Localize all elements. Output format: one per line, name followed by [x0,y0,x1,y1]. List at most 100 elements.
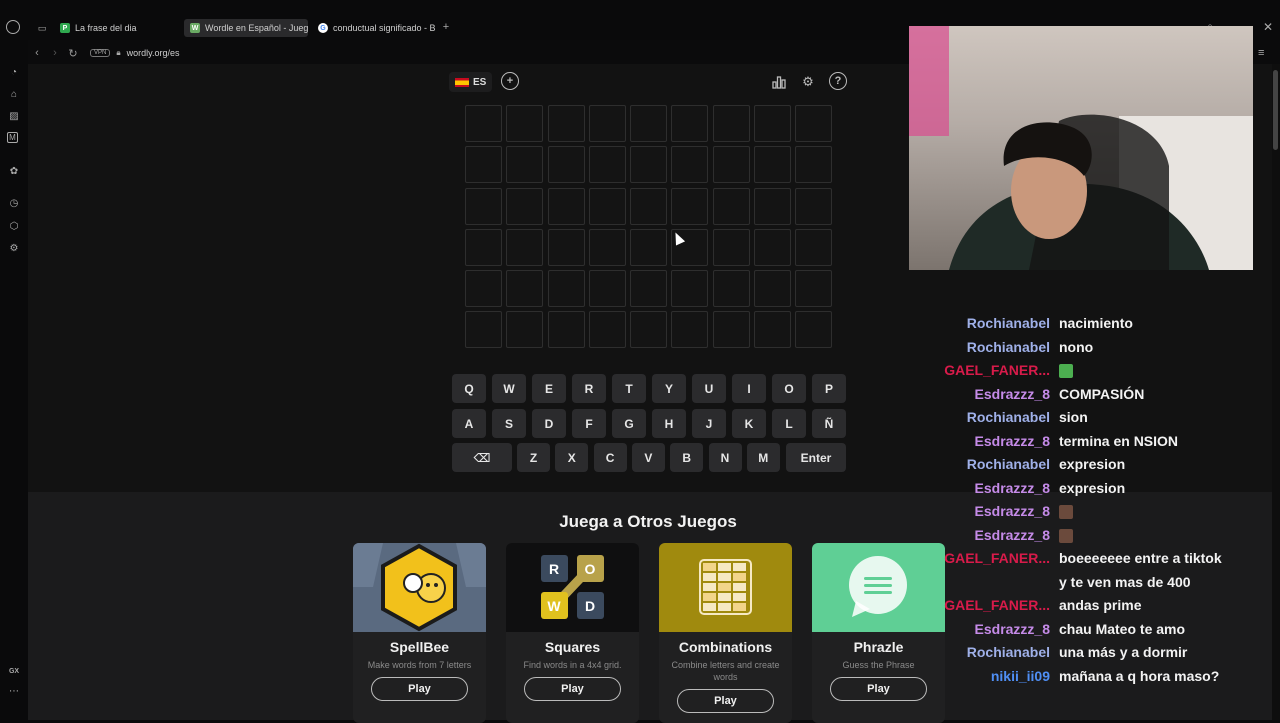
grid-cell [795,228,833,266]
new-tab-button[interactable]: + [441,22,451,33]
chat-text: una más y a dormir [1059,644,1188,660]
play-button[interactable]: Play [371,677,468,701]
grid-cell [506,270,544,308]
key[interactable]: E [532,374,566,403]
chat-username[interactable]: Esdrazzz_8 [975,386,1050,402]
key[interactable]: V [631,443,665,472]
tab-label: Wordle en Español - Jueg [205,23,308,33]
key[interactable]: Z [517,443,550,472]
tab-overview-icon[interactable]: ▭ [35,21,49,35]
chat-username[interactable]: GAEL_FANER... [944,362,1050,378]
key[interactable]: S [492,409,526,438]
key[interactable]: L [772,409,806,438]
page-scrollbar[interactable] [1272,64,1280,720]
menu-icon[interactable]: ≡ [1258,47,1264,59]
key[interactable]: N [708,443,742,472]
extensions-icon[interactable]: ⬡ [7,220,21,234]
backspace-key[interactable]: ⌫ [452,443,512,472]
tab-label: conductual significado - B [333,23,436,33]
key[interactable]: H [652,409,686,438]
key[interactable]: I [732,374,766,403]
chat-username[interactable]: Rochianabel [967,315,1050,331]
key[interactable]: Ñ [812,409,846,438]
close-window-icon[interactable]: ✕ [1261,20,1275,34]
key[interactable]: F [572,409,606,438]
key[interactable]: M [746,443,780,472]
key[interactable]: R [572,374,606,403]
opera-logo-icon[interactable] [6,20,20,34]
play-button[interactable]: Play [677,689,774,713]
reload-icon[interactable]: ↻ [64,47,82,60]
chat-username[interactable]: Esdrazzz_8 [975,503,1050,519]
chat-username[interactable]: Rochianabel [967,339,1050,355]
shopping-icon[interactable]: ⌂ [7,88,21,102]
url-field[interactable]: wordly.org/es [127,48,180,58]
new-game-plus-icon[interactable]: + [501,72,519,90]
language-label: ES [473,76,487,88]
settings-icon[interactable]: ⚙ [7,242,21,256]
language-selector[interactable]: ES [449,72,493,92]
chat-username[interactable]: Esdrazzz_8 [975,480,1050,496]
gx-label[interactable]: GX [7,665,21,679]
game-card-squares[interactable]: R O W D Squares Find words in a 4x4 grid… [506,543,639,723]
chat-text: y te ven mas de 400 [1059,573,1191,590]
history-icon[interactable]: ◷ [7,197,21,211]
key[interactable]: W [492,374,526,403]
key[interactable]: K [732,409,766,438]
chat-username[interactable]: Rochianabel [967,456,1050,472]
scrollbar-thumb[interactable] [1273,70,1278,150]
settings-gear-icon[interactable]: ⚙ [798,72,818,92]
chat-username[interactable]: Esdrazzz_8 [975,433,1050,449]
chat-text: chau Mateo te amo [1059,620,1186,637]
more-icon[interactable]: ⋯ [7,685,21,699]
chat-username[interactable]: GAEL_FANER... [944,550,1050,566]
chatgpt-icon[interactable]: ✿ [7,165,21,179]
chat-username[interactable]: Rochianabel [967,644,1050,660]
back-icon[interactable]: ‹ [28,47,46,59]
chat-username[interactable]: Esdrazzz_8 [975,621,1050,637]
play-button[interactable]: Play [524,677,621,701]
combination-tile [733,573,746,581]
key[interactable]: X [555,443,589,472]
tab-conductual-significado[interactable]: G conductual significado - B [312,19,436,37]
key[interactable]: J [692,409,726,438]
chat-text: sion [1059,409,1088,425]
tab-wordle-espanol[interactable]: W Wordle en Español - Jueg [184,19,308,37]
game-card-spellbee[interactable]: SpellBee Make words from 7 letters Play [353,543,486,723]
chat-username[interactable]: Esdrazzz_8 [975,527,1050,543]
squares-image: R O W D [506,543,639,632]
key[interactable]: B [670,443,704,472]
help-icon[interactable]: ? [829,72,847,90]
chat-text: mañana a q hora maso? [1059,667,1220,684]
chat-username[interactable]: Rochianabel [967,409,1050,425]
chat-message: Esdrazzz_8 [909,503,1272,525]
key[interactable]: P [812,374,846,403]
grid-cell [506,146,544,184]
grid-cell [630,228,668,266]
lock-icon: 🔒︎ [116,48,121,57]
key[interactable]: C [593,443,627,472]
key[interactable]: Q [452,374,486,403]
stats-icon[interactable] [769,72,789,92]
key[interactable]: A [452,409,486,438]
combination-tile [733,583,746,591]
key[interactable]: G [612,409,646,438]
key[interactable]: Y [652,374,686,403]
game-card-combinations[interactable]: Combinations Combine letters and create … [659,543,792,723]
key[interactable]: O [772,374,806,403]
chat-username[interactable]: GAEL_FANER... [944,597,1050,613]
tab-frase-del-dia[interactable]: P La frase del dia [54,19,176,37]
key[interactable]: T [612,374,646,403]
enter-key[interactable]: Enter [786,443,846,472]
vpn-badge[interactable]: VPN [90,49,111,57]
chat-username[interactable]: nikii_ii09 [991,668,1050,684]
messenger-icon[interactable]: M [7,132,18,143]
key[interactable]: D [532,409,566,438]
wallet-icon[interactable]: ▨ [7,110,21,124]
grid-cell [671,146,709,184]
forward-icon[interactable]: › [46,47,64,59]
tab-label: La frase del dia [75,23,137,33]
ai-icon[interactable]: ◔ [7,66,21,80]
key[interactable]: U [692,374,726,403]
combination-tile [703,563,716,571]
